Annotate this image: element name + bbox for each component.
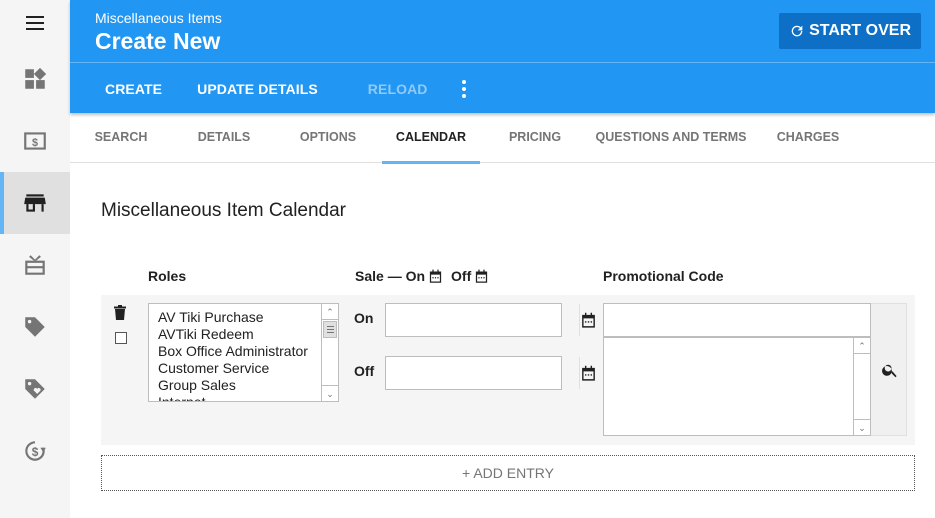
header-title-bar: Miscellaneous Items Create New START OVE… bbox=[70, 0, 935, 63]
section-title: Miscellaneous Item Calendar bbox=[101, 200, 347, 221]
store-icon bbox=[24, 194, 46, 212]
more-options-button[interactable] bbox=[461, 79, 466, 98]
sale-on-date-picker-button[interactable] bbox=[579, 304, 597, 336]
svg-text:$: $ bbox=[32, 445, 39, 459]
scroll-up-icon[interactable]: ⌃ bbox=[854, 338, 870, 354]
sidebar-item-favorite-tags[interactable] bbox=[0, 358, 70, 420]
tab-questions-and-terms[interactable]: QUESTIONS AND TERMS bbox=[590, 113, 752, 163]
sale-on-date-input[interactable] bbox=[386, 304, 579, 336]
menu-icon bbox=[26, 15, 44, 30]
tag-icon bbox=[25, 317, 45, 337]
sale-off-date-picker-button[interactable] bbox=[579, 357, 597, 389]
sale-off-field-label: Off bbox=[354, 363, 375, 379]
roles-scrollbar[interactable]: ⌃ ⌄ bbox=[321, 304, 338, 401]
menu-button[interactable] bbox=[0, 0, 70, 45]
scroll-down-icon[interactable]: ⌄ bbox=[322, 385, 338, 401]
scroll-down-icon[interactable]: ⌄ bbox=[854, 419, 870, 435]
sale-on-date-field bbox=[385, 303, 597, 337]
tab-calendar[interactable]: CALENDAR bbox=[382, 113, 480, 164]
currency-exchange-icon: $ bbox=[25, 441, 46, 461]
add-entry-button[interactable]: + ADD ENTRY bbox=[101, 455, 915, 491]
promo-column-header: Promotional Code bbox=[603, 268, 724, 284]
sidebar-item-refunds[interactable]: $ bbox=[0, 420, 70, 482]
refresh-icon bbox=[791, 25, 803, 37]
sidebar-item-tags[interactable] bbox=[0, 296, 70, 358]
tab-search[interactable]: SEARCH bbox=[70, 113, 172, 163]
roles-listbox[interactable]: AV Tiki Purchase AVTiki Redeem Box Offic… bbox=[148, 303, 339, 402]
delete-icon[interactable] bbox=[114, 305, 126, 320]
create-button[interactable]: CREATE bbox=[105, 81, 162, 97]
calendar-icon bbox=[582, 312, 595, 328]
more-vert-dot bbox=[461, 86, 466, 91]
calendar-icon bbox=[429, 269, 442, 283]
more-vert-dot bbox=[461, 93, 466, 98]
scroll-up-icon[interactable]: ⌃ bbox=[322, 304, 338, 320]
tag-heart-icon bbox=[25, 379, 45, 399]
calendar-entry-row: AV Tiki Purchase AVTiki Redeem Box Offic… bbox=[101, 295, 915, 445]
search-icon bbox=[881, 364, 897, 377]
svg-text:$: $ bbox=[32, 137, 38, 149]
update-details-button[interactable]: UPDATE DETAILS bbox=[197, 81, 318, 97]
sidebar-item-dashboard[interactable] bbox=[0, 48, 70, 110]
sale-on-field-label: On bbox=[354, 310, 374, 326]
entry-select-checkbox[interactable] bbox=[115, 332, 127, 344]
calendar-icon bbox=[476, 269, 488, 283]
scroll-thumb[interactable] bbox=[323, 321, 337, 338]
tab-details[interactable]: DETAILS bbox=[178, 113, 270, 163]
sidebar: $ $ bbox=[0, 0, 70, 518]
header-subtitle: Miscellaneous Items bbox=[95, 10, 222, 26]
sidebar-item-store[interactable] bbox=[0, 172, 70, 234]
header-actions: CREATE UPDATE DETAILS RELOAD bbox=[70, 64, 935, 113]
start-over-label: START OVER bbox=[809, 22, 911, 39]
role-option[interactable]: Group Sales bbox=[158, 377, 338, 394]
promo-scrollbar[interactable]: ⌃ ⌄ bbox=[853, 338, 870, 435]
promo-search-button[interactable] bbox=[872, 304, 907, 435]
tab-pricing[interactable]: PRICING bbox=[490, 113, 580, 163]
reload-button[interactable]: RELOAD bbox=[368, 81, 428, 97]
role-option[interactable]: Box Office Administrator bbox=[158, 343, 338, 360]
promo-code-listbox[interactable]: ⌃ ⌄ bbox=[603, 337, 871, 436]
more-vert-icon bbox=[461, 79, 466, 84]
sale-off-date-field bbox=[385, 356, 597, 390]
money-icon: $ bbox=[24, 132, 46, 150]
gift-card-icon bbox=[25, 255, 45, 275]
sale-off-label: Off bbox=[451, 268, 472, 284]
role-option[interactable]: Internet bbox=[158, 394, 338, 401]
page-title: Create New bbox=[95, 28, 221, 54]
sidebar-item-gift-cards[interactable] bbox=[0, 234, 70, 296]
tab-options[interactable]: OPTIONS bbox=[282, 113, 374, 163]
widgets-icon bbox=[25, 67, 47, 89]
sidebar-item-pricing[interactable]: $ bbox=[0, 110, 70, 172]
role-option[interactable]: AVTiki Redeem bbox=[158, 326, 338, 343]
tab-charges[interactable]: CHARGES bbox=[762, 113, 854, 163]
sale-off-date-input[interactable] bbox=[386, 357, 579, 389]
promo-code-input[interactable] bbox=[603, 303, 871, 337]
promo-code-field: ⌃ ⌄ bbox=[603, 303, 907, 436]
roles-column-header: Roles bbox=[148, 268, 187, 284]
sale-on-label: Sale — On bbox=[355, 268, 426, 284]
start-over-button[interactable]: START OVER bbox=[779, 13, 921, 49]
tab-bar: SEARCH DETAILS OPTIONS CALENDAR PRICING … bbox=[70, 113, 935, 164]
role-option[interactable]: Customer Service bbox=[158, 360, 338, 377]
app-header: Miscellaneous Items Create New START OVE… bbox=[70, 0, 935, 113]
sale-column-header: Sale — On Off bbox=[355, 268, 489, 284]
calendar-icon bbox=[582, 365, 595, 381]
role-option[interactable]: AV Tiki Purchase bbox=[158, 309, 338, 326]
